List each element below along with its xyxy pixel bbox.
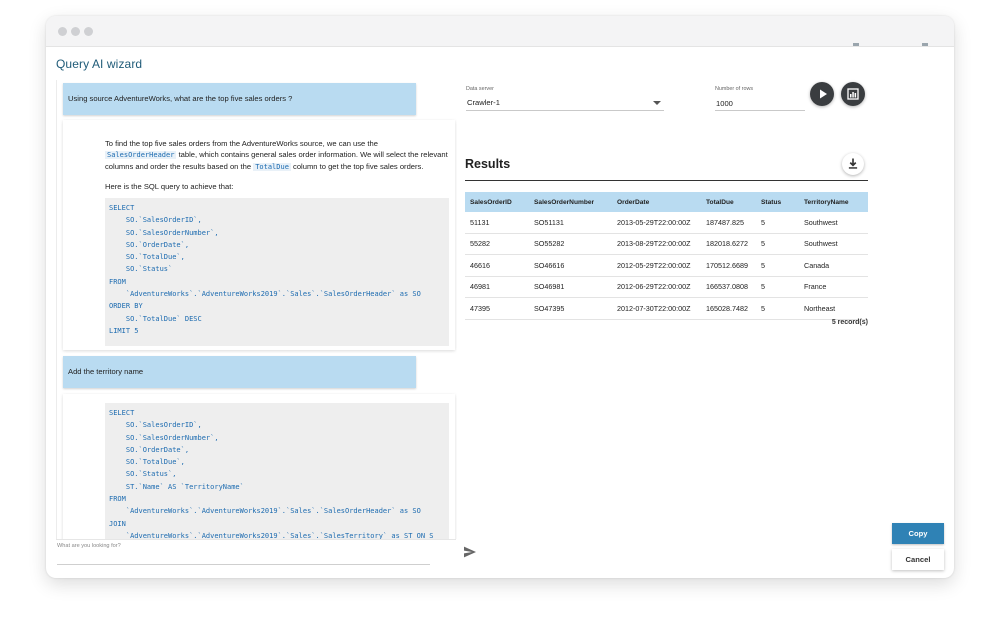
table-cell: 2012-05-29T22:00:00Z <box>612 254 701 277</box>
table-cell: Southwest <box>799 212 868 234</box>
rows-underline <box>715 110 805 111</box>
rows-label: Number of rows <box>715 86 754 92</box>
sql-code-block: SELECT SO.`SalesOrderID`, SO.`SalesOrder… <box>105 198 449 346</box>
data-server-select[interactable]: Crawler-1 <box>467 98 500 107</box>
sql-code-block: SELECT SO.`SalesOrderID`, SO.`SalesOrder… <box>105 403 449 539</box>
table-cell: 165028.7482 <box>701 297 756 320</box>
table-cell: SO46981 <box>529 276 612 298</box>
chat-input-underline <box>57 564 430 565</box>
data-server-label: Data server <box>466 86 494 92</box>
window-titlebar <box>46 16 954 47</box>
table-cell: 166537.0808 <box>701 276 756 298</box>
table-cell: 187487.825 <box>701 212 756 234</box>
table-row[interactable]: 51131 SO51131 2013-05-29T22:00:00Z 18748… <box>465 212 868 234</box>
copy-button[interactable]: Copy <box>892 523 944 544</box>
table-cell: 2013-08-29T22:00:00Z <box>612 233 701 255</box>
assistant-message: To find the top five sales orders from t… <box>63 120 455 350</box>
query-ai-wizard-window: Query AI wizard Using source AdventureWo… <box>46 16 954 578</box>
user-message: Using source AdventureWorks, what are th… <box>63 83 416 115</box>
inline-code: TotalDue <box>253 163 291 171</box>
table-cell: France <box>799 276 868 298</box>
table-cell: Southwest <box>799 233 868 255</box>
results-table: SalesOrderID SalesOrderNumber OrderDate … <box>465 192 868 320</box>
col-header[interactable]: TerritoryName <box>799 192 868 212</box>
table-cell: 170512.6689 <box>701 254 756 277</box>
table-cell: 5 <box>756 297 799 320</box>
table-row[interactable]: 46981 SO46981 2012-06-29T22:00:00Z 16653… <box>465 276 868 298</box>
download-icon <box>848 158 858 169</box>
col-header[interactable]: TotalDue <box>701 192 756 212</box>
table-cell: Canada <box>799 254 868 277</box>
chat-input-bar[interactable]: What are you looking for? <box>56 539 476 566</box>
chart-view-button[interactable] <box>841 82 865 106</box>
table-cell: 2012-07-30T22:00:00Z <box>612 297 701 320</box>
table-cell: 55282 <box>465 233 529 255</box>
window-dot-3[interactable] <box>84 27 93 36</box>
window-title: Query AI wizard <box>56 57 143 71</box>
table-cell: 5 <box>756 212 799 234</box>
table-row[interactable]: 47395 SO47395 2012-07-30T22:00:00Z 16502… <box>465 297 868 320</box>
col-header[interactable]: SalesOrderID <box>465 192 529 212</box>
table-row[interactable]: 55282 SO55282 2013-08-29T22:00:00Z 18201… <box>465 233 868 255</box>
chevron-down-icon[interactable] <box>652 99 662 107</box>
table-cell: SO51131 <box>529 212 612 234</box>
col-header[interactable]: Status <box>756 192 799 212</box>
send-icon[interactable] <box>462 544 478 560</box>
table-cell: SO47395 <box>529 297 612 320</box>
play-icon <box>820 89 827 99</box>
run-query-button[interactable] <box>810 82 834 106</box>
data-server-underline <box>466 110 664 111</box>
table-cell: 5 <box>756 254 799 277</box>
assistant-message: SELECT SO.`SalesOrderID`, SO.`SalesOrder… <box>63 394 455 539</box>
table-cell: 47395 <box>465 297 529 320</box>
col-header[interactable]: SalesOrderNumber <box>529 192 612 212</box>
chat-input-placeholder[interactable]: What are you looking for? <box>57 543 121 549</box>
top-edge-icon-2 <box>922 43 928 46</box>
table-cell: 51131 <box>465 212 529 234</box>
table-cell: Northeast <box>799 297 868 320</box>
table-cell: 182018.6272 <box>701 233 756 255</box>
download-button[interactable] <box>842 153 864 175</box>
results-title: Results <box>465 157 511 171</box>
table-cell: 46616 <box>465 254 529 277</box>
results-divider <box>465 180 868 181</box>
table-cell: 5 <box>756 233 799 255</box>
table-cell: SO55282 <box>529 233 612 255</box>
chat-panel[interactable]: Using source AdventureWorks, what are th… <box>56 80 457 539</box>
col-header[interactable]: OrderDate <box>612 192 701 212</box>
table-header-row: SalesOrderID SalesOrderNumber OrderDate … <box>465 192 868 212</box>
chart-icon <box>847 88 859 100</box>
table-cell: SO46616 <box>529 254 612 277</box>
table-cell: 5 <box>756 276 799 298</box>
table-row[interactable]: 46616 SO46616 2012-05-29T22:00:00Z 17051… <box>465 254 868 277</box>
record-count: 5 record(s) <box>831 319 868 326</box>
table-cell: 2013-05-29T22:00:00Z <box>612 212 701 234</box>
window-dot-2[interactable] <box>71 27 80 36</box>
window-dot-1[interactable] <box>58 27 67 36</box>
rows-input[interactable]: 1000 <box>716 99 733 108</box>
assistant-lead-text: Here is the SQL query to achieve that: <box>105 182 234 191</box>
table-cell: 46981 <box>465 276 529 298</box>
inline-code: SalesOrderHeader <box>105 151 177 159</box>
assistant-text: To find the top five sales orders from t… <box>105 139 448 171</box>
cancel-button[interactable]: Cancel <box>892 549 944 570</box>
top-edge-icon-1 <box>853 43 859 46</box>
table-cell: 2012-06-29T22:00:00Z <box>612 276 701 298</box>
user-message: Add the territory name <box>63 356 416 388</box>
